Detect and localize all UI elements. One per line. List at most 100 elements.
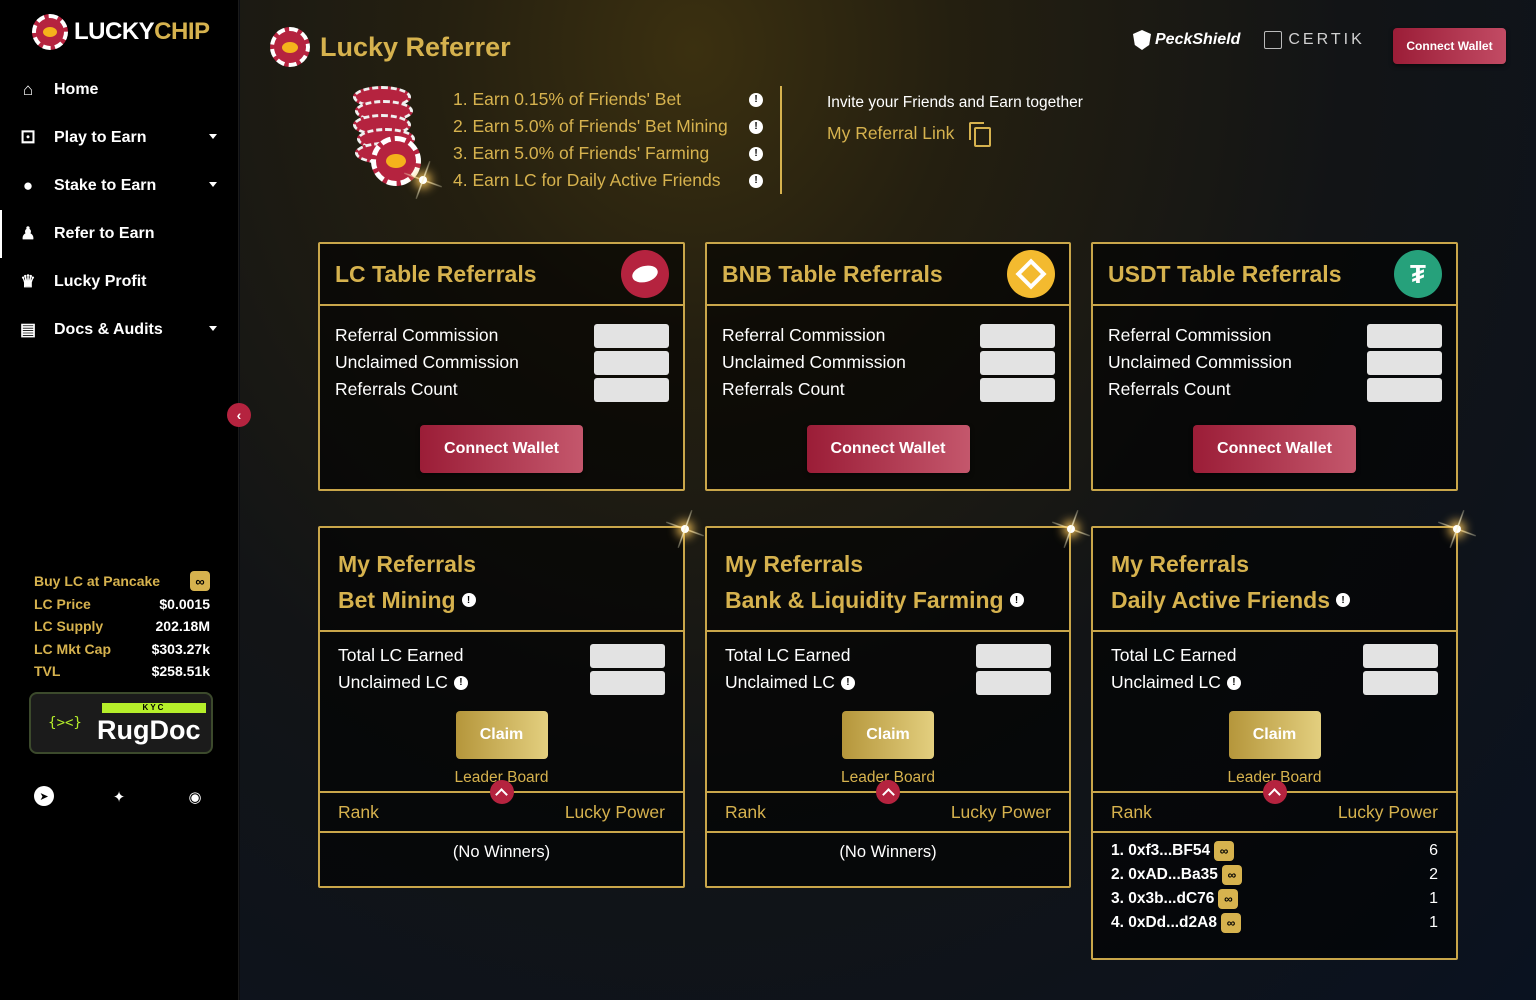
connect-wallet-button[interactable]: Connect Wallet <box>806 425 970 473</box>
stat-value: $0.0015 <box>159 595 210 612</box>
daily-active-friends-referrals-card: My Referrals Daily Active Friends! Total… <box>1091 526 1458 960</box>
leaderboard-address: 1. 0xf3...BF54 <box>1111 842 1211 859</box>
claim-button[interactable]: Claim <box>1228 711 1321 759</box>
page-title: Lucky Referrer <box>320 31 511 62</box>
leaderboard-toggle-button[interactable] <box>489 780 514 804</box>
leaderboard-row: 3. 0x3b...dC76 ∞ 1 <box>1111 887 1438 911</box>
earn-item-text: 1. Earn 0.15% of Friends' Bet <box>453 89 682 109</box>
discord-icon[interactable]: ◉ <box>184 786 206 808</box>
leaderboard-address: 3. 0x3b...dC76 <box>1111 890 1215 907</box>
sidebar-item-label: Stake to Earn <box>54 177 157 194</box>
card-title-line2: Bet Mining <box>338 586 456 613</box>
external-link-icon[interactable]: ∞ <box>1218 889 1239 909</box>
sidebar-item-stake-to-earn[interactable]: ● Stake to Earn <box>0 162 239 210</box>
referral-link[interactable]: My Referral Link <box>827 122 992 147</box>
certik-label: CERTIK <box>1288 31 1365 48</box>
info-icon[interactable]: ! <box>1226 675 1241 690</box>
info-icon[interactable]: ! <box>1336 593 1351 607</box>
document-search-icon: ▤ <box>19 320 37 339</box>
social-links: ➤ ✦ ◉ <box>34 786 206 808</box>
bnb-token-icon <box>1007 250 1055 298</box>
sidebar-item-play-to-earn[interactable]: ⚀ Play to Earn <box>0 114 239 162</box>
referrals-count-row: Referrals Count <box>722 376 1055 403</box>
certik-icon <box>1264 31 1283 49</box>
value-placeholder <box>1367 377 1442 402</box>
twitter-icon[interactable]: ✦ <box>108 786 130 808</box>
home-icon: ⌂ <box>22 80 34 99</box>
total-lc-earned-row: Total LC Earned <box>725 642 1051 669</box>
certik-logo[interactable]: CERTIK <box>1264 31 1364 49</box>
unclaimed-commission-row: Unclaimed Commission <box>335 349 669 376</box>
sidebar-item-label: Docs & Audits <box>54 321 163 338</box>
collapse-sidebar-button[interactable]: ‹ <box>227 403 251 427</box>
telegram-icon[interactable]: ➤ <box>34 786 54 806</box>
earn-item-text: 2. Earn 5.0% of Friends' Bet Mining <box>453 116 728 136</box>
stat-lc-price: LC Price $0.0015 <box>34 593 210 616</box>
unclaimed-lc-row: Unclaimed LC! <box>338 669 665 696</box>
bank-liquidity-farming-referrals-card: My Referrals Bank & Liquidity Farming! T… <box>705 526 1071 888</box>
value-placeholder <box>590 670 665 695</box>
invite-text: Invite your Friends and Earn together <box>827 94 1083 111</box>
connect-wallet-button[interactable]: Connect Wallet <box>420 425 583 473</box>
copy-icon[interactable] <box>968 122 992 147</box>
pancake-link-icon[interactable]: ∞ <box>190 571 210 592</box>
stat-label: LC Price <box>34 595 91 612</box>
claim-button[interactable]: Claim <box>842 711 934 759</box>
info-icon[interactable]: ! <box>840 675 855 690</box>
connect-wallet-button[interactable]: Connect Wallet <box>1393 28 1506 64</box>
buy-lc-link[interactable]: Buy LC at Pancake ∞ <box>34 570 210 593</box>
sidebar-item-lucky-profit[interactable]: ♛ Lucky Profit <box>0 258 239 306</box>
connect-wallet-button[interactable]: Connect Wallet <box>1193 425 1356 473</box>
sidebar-item-home[interactable]: ⌂ Home <box>0 66 239 114</box>
value-placeholder <box>594 323 669 348</box>
stat-value: $258.51k <box>151 663 210 680</box>
leaderboard-score: 2 <box>1429 866 1438 883</box>
earn-item: 1. Earn 0.15% of Friends' Bet ! <box>453 86 763 113</box>
info-icon[interactable]: ! <box>749 119 763 134</box>
external-link-icon[interactable]: ∞ <box>1221 865 1242 885</box>
value-placeholder <box>980 323 1055 348</box>
info-icon[interactable]: ! <box>749 146 763 161</box>
leaderboard-address: 2. 0xAD...Ba35 <box>1111 866 1218 883</box>
value-placeholder <box>980 377 1055 402</box>
leaderboard-toggle-button[interactable] <box>876 780 900 804</box>
buy-lc-label: Buy LC at Pancake <box>34 573 161 590</box>
bet-mining-referrals-card: My Referrals Bet Mining! Total LC Earned… <box>318 526 685 888</box>
claim-button[interactable]: Claim <box>455 711 548 759</box>
info-icon[interactable]: ! <box>453 675 468 690</box>
chip-stack-image <box>353 86 423 192</box>
chevron-down-icon <box>209 182 217 187</box>
page-header: Lucky Referrer <box>270 27 511 67</box>
referral-commission-row: Referral Commission <box>335 322 669 349</box>
external-link-icon[interactable]: ∞ <box>1220 913 1241 933</box>
sidebar-item-label: Lucky Profit <box>54 273 147 290</box>
earn-item: 2. Earn 5.0% of Friends' Bet Mining ! <box>453 113 763 140</box>
stat-value: 202.18M <box>155 618 210 635</box>
info-icon[interactable]: ! <box>749 92 763 107</box>
earn-benefits-list: 1. Earn 0.15% of Friends' Bet ! 2. Earn … <box>453 86 763 194</box>
sidebar-item-refer-to-earn[interactable]: ♟ Refer to Earn <box>0 210 239 258</box>
info-icon[interactable]: ! <box>749 173 763 188</box>
rugdoc-kyc-badge[interactable]: {><} KYC RugDoc <box>29 692 213 754</box>
unclaimed-commission-row: Unclaimed Commission <box>722 349 1055 376</box>
coins-icon: ● <box>22 176 34 195</box>
referrals-count-row: Referrals Count <box>335 376 669 403</box>
sidebar-item-docs-audits[interactable]: ▤ Docs & Audits <box>0 306 239 354</box>
sidebar-item-label: Refer to Earn <box>54 225 155 242</box>
total-lc-earned-row: Total LC Earned <box>1111 642 1438 669</box>
earn-item-text: 3. Earn 5.0% of Friends' Farming <box>453 143 710 163</box>
bnb-table-referrals-card: BNB Table Referrals Referral Commission … <box>705 242 1071 491</box>
lc-token-icon <box>621 250 669 298</box>
earn-item: 4. Earn LC for Daily Active Friends ! <box>453 167 763 194</box>
peckshield-logo[interactable]: PeckShield <box>1133 30 1240 50</box>
card-title-line1: My Referrals <box>338 550 477 577</box>
external-link-icon[interactable]: ∞ <box>1214 841 1235 861</box>
usdt-token-icon: ₮ <box>1394 250 1442 298</box>
trophy-icon: ♛ <box>20 272 36 291</box>
leaderboard-toggle-button[interactable] <box>1262 780 1287 804</box>
card-title-line2: Bank & Liquidity Farming <box>725 586 1004 613</box>
luckychip-logo[interactable]: LUCKYCHIP <box>32 14 210 50</box>
info-icon[interactable]: ! <box>461 593 476 607</box>
referral-link-label: My Referral Link <box>827 122 955 143</box>
info-icon[interactable]: ! <box>1009 593 1024 607</box>
